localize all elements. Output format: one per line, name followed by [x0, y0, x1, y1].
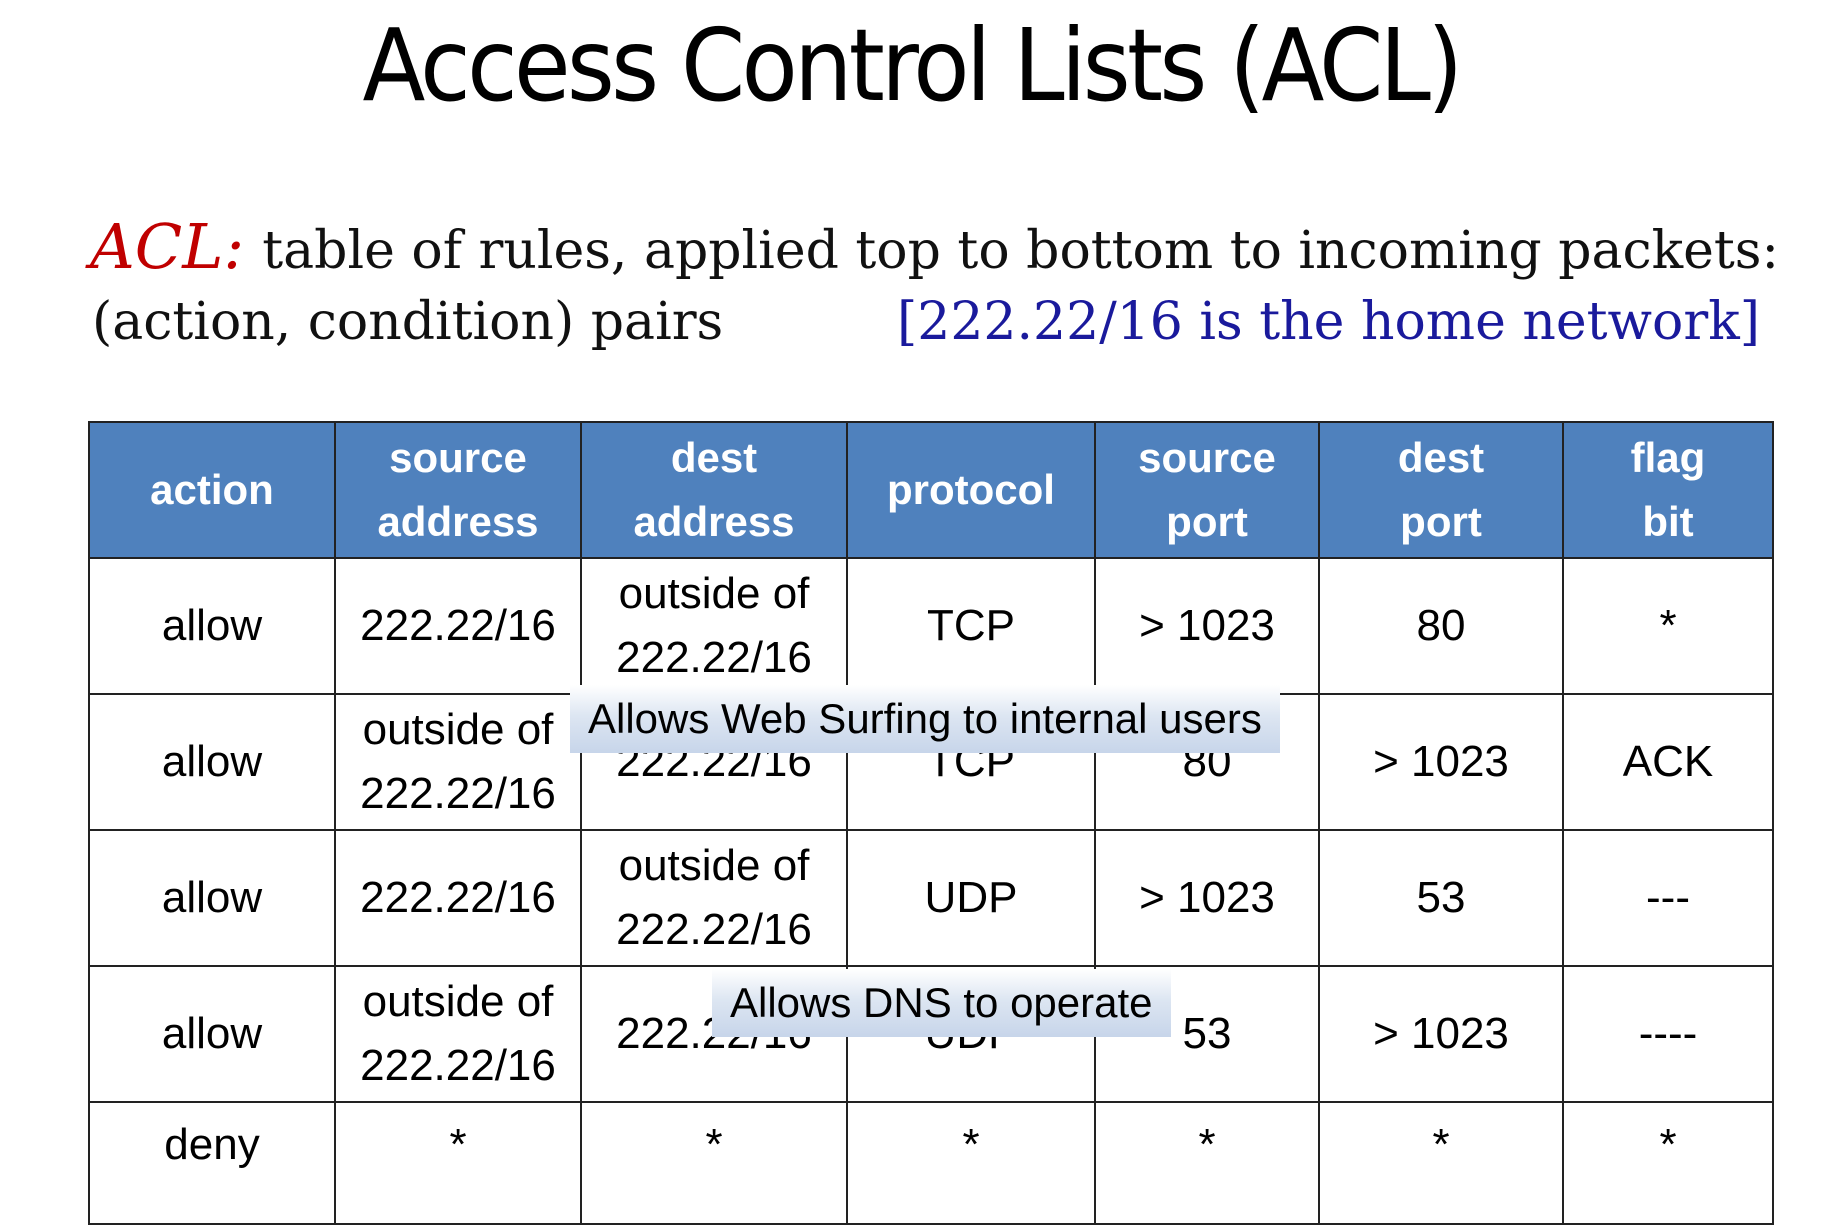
cell-protocol: UDP	[846, 829, 1096, 967]
header-dest-address: dest address	[580, 421, 848, 559]
cell-source-port: > 1023	[1094, 557, 1320, 695]
cell-flag-bit: ----	[1562, 965, 1774, 1103]
cell-flag-bit: ---	[1562, 829, 1774, 967]
header-row: action source address dest address protoco…	[88, 421, 1774, 559]
cell-action: allow	[88, 965, 336, 1103]
cell-dest-port: > 1023	[1318, 965, 1564, 1103]
cell-action: allow	[88, 829, 336, 967]
header-flag-bit: flag bit	[1562, 421, 1774, 559]
table-row: allow 222.22/16 outside of 222.22/16 TCP …	[88, 557, 1774, 695]
acl-term: ACL:	[90, 210, 245, 283]
cell-dest-address: outside of 222.22/16	[580, 557, 848, 695]
header-protocol: protocol	[846, 421, 1096, 559]
cell-dest-address: outside of 222.22/16	[580, 829, 848, 967]
cell-action: deny	[88, 1101, 336, 1225]
cell-flag-bit: *	[1562, 1101, 1774, 1225]
acl-table: action source address dest address protoco…	[88, 421, 1774, 1225]
cell-source-port: > 1023	[1094, 829, 1320, 967]
cell-dest-port: 80	[1318, 557, 1564, 695]
cell-source-address: outside of 222.22/16	[334, 965, 582, 1103]
cell-flag-bit: ACK	[1562, 693, 1774, 831]
cell-source-port: *	[1094, 1101, 1320, 1225]
cell-protocol: *	[846, 1101, 1096, 1225]
cell-source-address: *	[334, 1101, 582, 1225]
slide-title: Access Control Lists (ACL)	[362, 7, 1464, 124]
description-line-1: ACL: table of rules, applied top to botto…	[90, 210, 1779, 283]
table-row: allow 222.22/16 outside of 222.22/16 UDP …	[88, 829, 1774, 967]
cell-dest-address: *	[580, 1101, 848, 1225]
cell-action: allow	[88, 693, 336, 831]
description-line-2: (action, condition) pairs	[92, 292, 724, 352]
callout-dns: Allows DNS to operate	[712, 969, 1171, 1037]
cell-source-address: outside of 222.22/16	[334, 693, 582, 831]
cell-dest-port: *	[1318, 1101, 1564, 1225]
cell-source-address: 222.22/16	[334, 829, 582, 967]
header-dest-port: dest port	[1318, 421, 1564, 559]
description-text-1: table of rules, applied top to bottom to…	[262, 221, 1780, 281]
cell-dest-port: 53	[1318, 829, 1564, 967]
cell-source-address: 222.22/16	[334, 557, 582, 695]
home-network-note: [222.22/16 is the home network]	[896, 292, 1760, 352]
header-source-address: source address	[334, 421, 582, 559]
header-source-port: source port	[1094, 421, 1320, 559]
cell-dest-port: > 1023	[1318, 693, 1564, 831]
cell-flag-bit: *	[1562, 557, 1774, 695]
cell-action: allow	[88, 557, 336, 695]
header-action: action	[88, 421, 336, 559]
cell-protocol: TCP	[846, 557, 1096, 695]
table-row: deny * * * * * *	[88, 1101, 1774, 1225]
callout-web-surfing: Allows Web Surfing to internal users	[570, 685, 1280, 753]
